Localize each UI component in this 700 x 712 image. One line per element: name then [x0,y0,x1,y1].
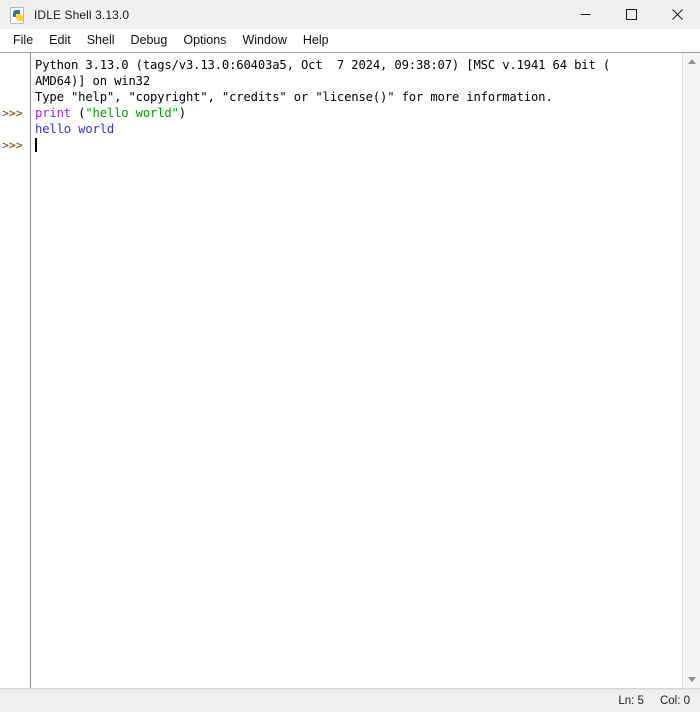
python-idle-icon [9,6,25,24]
shell-text-area[interactable]: >>> >>> Python 3.13.0 (tags/v3.13.0:60403… [0,52,700,689]
shell-prompt: >>> [2,138,23,152]
window-controls [562,0,700,29]
menu-item-window[interactable]: Window [234,31,294,49]
idle-shell-window: IDLE Shell 3.13.0 File Edit Shell Debug Opti [0,0,700,712]
maximize-icon [625,9,637,20]
status-column-number: Col: 0 [659,695,690,707]
shell-prompt: >>> [2,106,23,120]
prompt-gutter: >>> >>> [0,53,31,688]
status-bar: Ln: 5 Col: 0 [0,689,700,712]
shell-output[interactable]: Python 3.13.0 (tags/v3.13.0:60403a5, Oct… [31,53,682,688]
shell-token-plain: Type "help", "copyright", "credits" or "… [35,90,553,104]
minimize-icon [580,14,590,15]
shell-token-plain: ) [178,106,186,120]
menu-item-file[interactable]: File [5,31,41,49]
scroll-track[interactable] [683,70,700,671]
menu-item-shell[interactable]: Shell [79,31,123,49]
shell-line: Type "help", "copyright", "credits" or "… [35,89,553,105]
shell-line: hello world [35,121,114,137]
shell-line: print ("hello world") [35,105,186,121]
minimize-button[interactable] [562,0,608,29]
menu-bar: File Edit Shell Debug Options Window Help [0,29,700,52]
close-icon [671,9,683,20]
menu-item-help[interactable]: Help [295,31,337,49]
close-button[interactable] [654,0,700,29]
shell-line: AMD64)] on win32 [35,73,150,89]
window-title: IDLE Shell 3.13.0 [34,7,130,22]
scroll-up-arrow[interactable] [683,53,700,70]
shell-line: Python 3.13.0 (tags/v3.13.0:60403a5, Oct… [35,57,610,73]
title-bar: IDLE Shell 3.13.0 [0,0,700,29]
menu-item-debug[interactable]: Debug [123,31,176,49]
menu-item-edit[interactable]: Edit [41,31,79,49]
status-line-number: Ln: 5 [618,695,644,707]
shell-token-builtin: print [35,106,71,120]
maximize-button[interactable] [608,0,654,29]
shell-token-plain: Python 3.13.0 (tags/v3.13.0:60403a5, Oct… [35,58,610,72]
shell-token-string: "hello world" [85,106,179,120]
vertical-scrollbar[interactable] [682,53,700,688]
shell-token-plain: AMD64)] on win32 [35,74,150,88]
shell-token-plain: ( [70,106,86,120]
text-caret [35,138,37,152]
shell-token-output: hello world [35,122,115,136]
menu-item-options[interactable]: Options [175,31,234,49]
scroll-down-arrow[interactable] [683,671,700,688]
